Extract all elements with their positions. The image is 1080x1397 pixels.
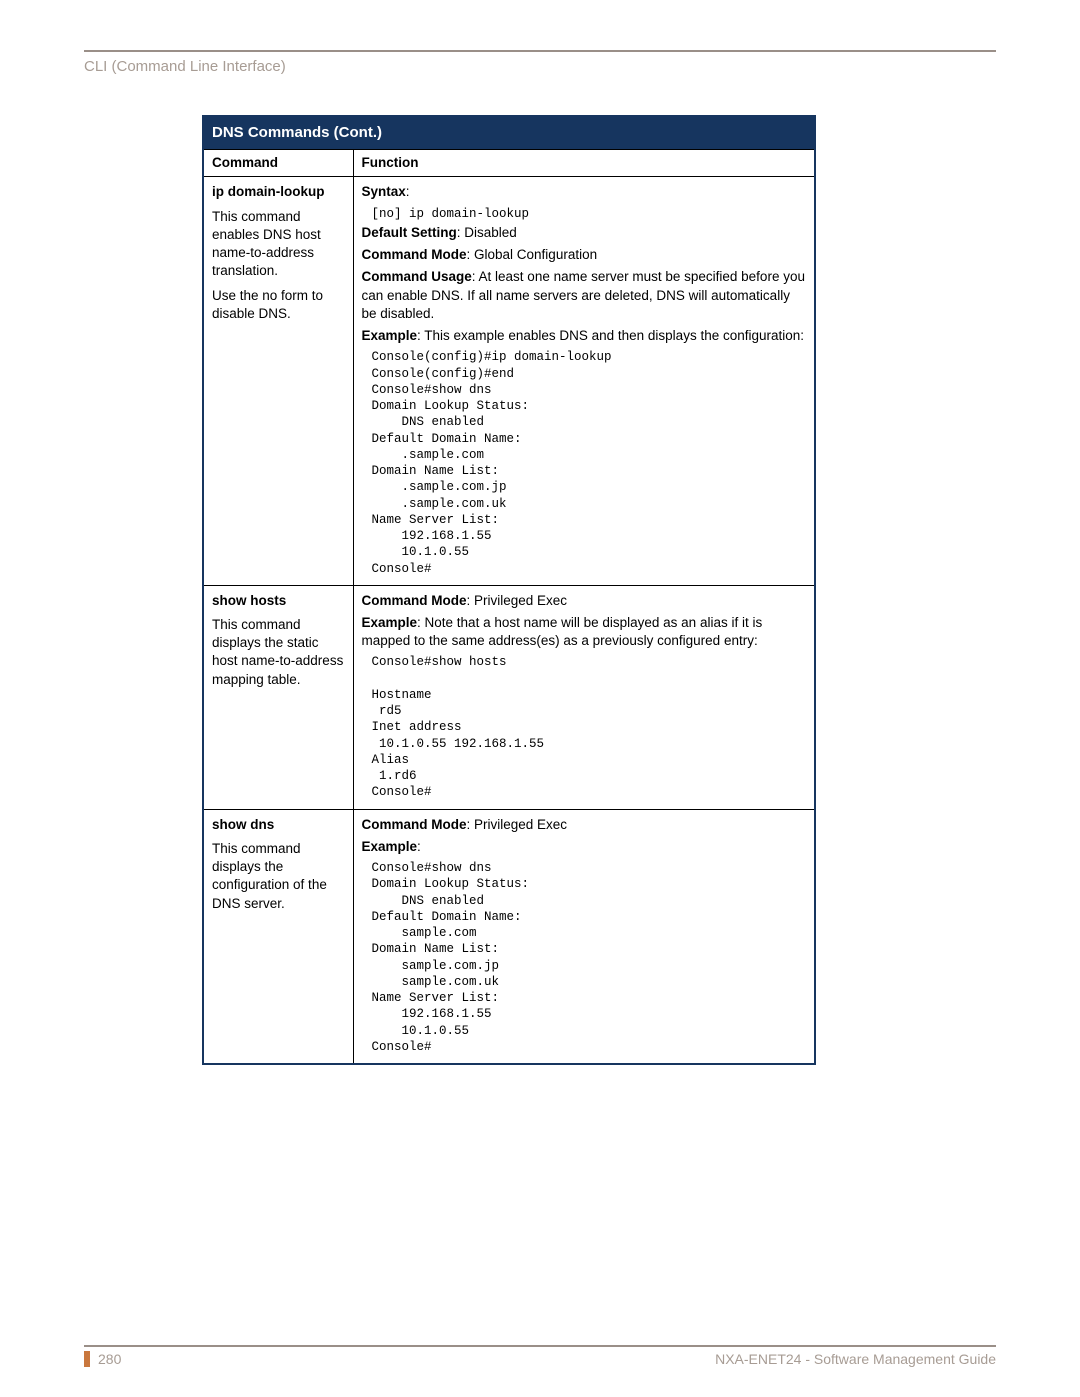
col-header-function: Function <box>353 150 815 177</box>
table-header-row: Command Function <box>203 150 815 177</box>
mode-val: : Global Configuration <box>467 247 598 262</box>
usage-label: Command Usage <box>362 269 472 284</box>
cmd-desc: This command displays the static host na… <box>212 616 345 689</box>
mode-val: : Privileged Exec <box>467 817 568 832</box>
cmd-desc: This command displays the configuration … <box>212 840 345 913</box>
page-footer: 280 NXA-ENET24 - Software Management Gui… <box>84 1345 996 1367</box>
example-label: Example <box>362 615 418 630</box>
default-val: : Disabled <box>457 225 517 240</box>
example-val: : This example enables DNS and then disp… <box>417 328 804 343</box>
mode-val: : Privileged Exec <box>467 593 568 608</box>
table-row: show hosts This command displays the sta… <box>203 586 815 809</box>
cmd-name: show hosts <box>212 592 345 610</box>
example-label: Example <box>362 839 418 854</box>
example-code: Console#show hosts Hostname rd5 Inet add… <box>372 654 807 800</box>
example-code: Console(config)#ip domain-lookup Console… <box>372 349 807 577</box>
col-header-command: Command <box>203 150 353 177</box>
mode-label: Command Mode <box>362 817 467 832</box>
table-row: show dns This command displays the confi… <box>203 810 815 1064</box>
cmd-name: show dns <box>212 816 345 834</box>
syntax-code: [no] ip domain-lookup <box>372 206 807 222</box>
example-val: : Note that a host name will be displaye… <box>362 615 763 648</box>
page-number: 280 <box>84 1351 121 1367</box>
cmd-desc: This command enables DNS host name-to-ad… <box>212 208 345 281</box>
cmd-desc: Use the no form to disable DNS. <box>212 287 345 323</box>
table-title: DNS Commands (Cont.) <box>203 116 815 150</box>
example-label: Example <box>362 328 418 343</box>
mode-label: Command Mode <box>362 247 467 262</box>
dns-commands-table: DNS Commands (Cont.) Command Function ip… <box>202 115 816 1065</box>
table-title-row: DNS Commands (Cont.) <box>203 116 815 150</box>
doc-title: NXA-ENET24 - Software Management Guide <box>715 1351 996 1367</box>
breadcrumb: CLI (Command Line Interface) <box>84 58 996 75</box>
example-code: Console#show dns Domain Lookup Status: D… <box>372 860 807 1055</box>
syntax-label: Syntax <box>362 184 406 199</box>
cmd-name: ip domain-lookup <box>212 183 345 201</box>
default-label: Default Setting <box>362 225 457 240</box>
mode-label: Command Mode <box>362 593 467 608</box>
table-row: ip domain-lookup This command enables DN… <box>203 177 815 585</box>
example-val: : <box>417 839 421 854</box>
